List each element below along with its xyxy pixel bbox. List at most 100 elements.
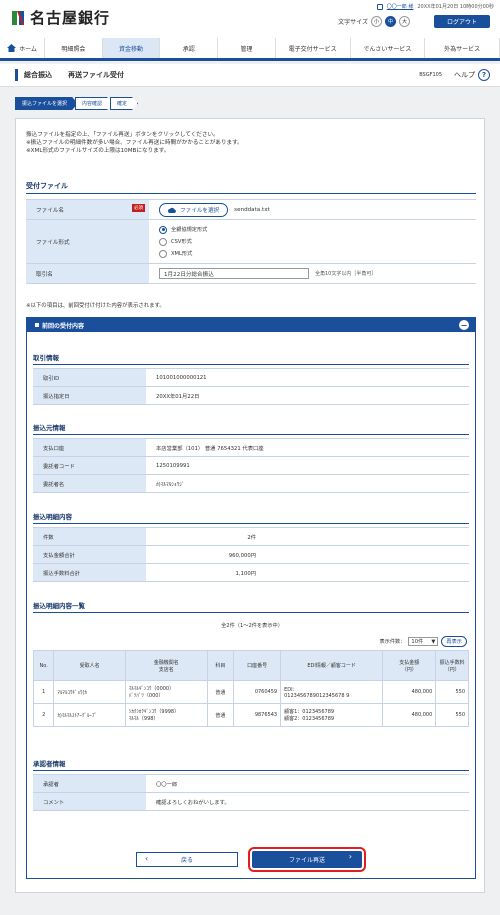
list-controls: 表示件数： 10件 ▼ 再表示 bbox=[379, 636, 467, 647]
help-link[interactable]: ヘルプ ? bbox=[454, 69, 490, 81]
previous-panel-header[interactable]: 前回の受付内容 − bbox=[27, 318, 475, 332]
detail-table: 件数 2件 支払金額合計 960,000円 振込手数料合計 1,100円 bbox=[33, 527, 469, 582]
nav-approval[interactable]: 承認 bbox=[160, 38, 219, 58]
col-recipient: 受取人名 bbox=[53, 650, 126, 681]
row-value: ｶ)ﾏﾙﾏﾙｼｮｳｼﾞ bbox=[156, 481, 185, 488]
trade-info-table: 取引ID 101001000000121 振込指定日 20XX年01月22日 bbox=[33, 368, 469, 405]
cell-account: 9876543 bbox=[233, 703, 282, 727]
file-label: ファイル名 必須 bbox=[26, 200, 149, 219]
chevron-left-icon: ‹ bbox=[145, 854, 149, 863]
cell-fee: 550 bbox=[435, 703, 469, 727]
user-info: 〇〇一郎 様 20XX年01月20日 10時00分00秒 bbox=[376, 3, 494, 10]
font-size-large[interactable]: 大 bbox=[399, 16, 410, 27]
bank-name: 名古屋銀行 bbox=[30, 9, 111, 27]
row-label: 委託者コード bbox=[33, 457, 146, 474]
help-label: ヘルプ bbox=[454, 71, 475, 79]
page-size-select[interactable]: 10件 ▼ bbox=[408, 637, 439, 646]
bank-logo[interactable]: 名古屋銀行 bbox=[10, 7, 110, 28]
nav-statement[interactable]: 明細照会 bbox=[45, 38, 103, 58]
table-row: 委託者名 ｶ)ﾏﾙﾏﾙｼｮｳｼﾞ bbox=[33, 475, 469, 493]
branch-name: ﾏﾙﾏﾙ（998） bbox=[128, 716, 159, 722]
table-row: 振込指定日 20XX年01月22日 bbox=[33, 387, 469, 405]
cell-bank: ﾏﾙﾏﾙｷﾞﾝｺｳ（0000） ﾊﾞﾂﾊﾞﾂ（000） bbox=[124, 680, 208, 704]
table-row: 支払金額合計 960,000円 bbox=[33, 546, 469, 564]
previous-note: ※以下の項目は、前回受付け付けた内容が表示されます。 bbox=[26, 303, 165, 309]
table-row: 1 ﾏﾙﾏﾙｺｳｷﾞｮｳ(ｶ ﾏﾙﾏﾙｷﾞﾝｺｳ（0000） ﾊﾞﾂﾊﾞﾂ（000… bbox=[32, 680, 469, 704]
row-label: 支払口座 bbox=[33, 439, 146, 456]
format-csv-radio[interactable]: CSV形式 bbox=[159, 237, 192, 246]
resend-file-button[interactable]: ファイル再送 › bbox=[248, 847, 366, 872]
format-xml-radio[interactable]: XML形式 bbox=[159, 249, 193, 258]
intro-text: 振込ファイルを指定の上、「ファイル再送」ボタンをクリックしてください。 ※振込フ… bbox=[26, 131, 243, 155]
help-icon: ? bbox=[478, 69, 490, 81]
col-no: No. bbox=[32, 650, 55, 681]
page-size-label: 表示件数： bbox=[379, 639, 406, 645]
user-name-link[interactable]: 〇〇一郎 様 bbox=[387, 3, 414, 10]
trade-name-value: 1月22日分総合振込 全角10文字以内［半角可］ bbox=[149, 264, 476, 283]
edi-line: 顧客1：0123456789 bbox=[284, 709, 335, 715]
row-label: コメント bbox=[33, 793, 146, 810]
trade-name-label: 取引名 bbox=[26, 264, 149, 283]
cloud-upload-icon bbox=[168, 207, 176, 213]
format-row: ファイル形式 全銀協規定形式 CSV形式 XML形式 bbox=[26, 220, 476, 264]
table-row: 支払口座 本店営業部（101） 普通 7654321 代表口座 bbox=[33, 439, 469, 457]
last-login: 20XX年01月20日 10時00分00秒 bbox=[417, 4, 494, 10]
edi-line: EDI： bbox=[284, 686, 298, 693]
table-row: 振込手数料合計 1,100円 bbox=[33, 564, 469, 582]
back-button[interactable]: ‹ 戻る bbox=[136, 852, 238, 867]
trade-name-row: 取引名 1月22日分総合振込 全角10文字以内［半角可］ bbox=[26, 264, 476, 284]
row-label: 振込手数料合計 bbox=[33, 564, 146, 581]
nav-forex[interactable]: 外為サービス bbox=[425, 38, 500, 58]
redisplay-button[interactable]: 再表示 bbox=[441, 636, 467, 647]
step-complete: 確定 bbox=[110, 97, 138, 110]
nav-admin[interactable]: 管理 bbox=[218, 38, 276, 58]
format-zengin-radio[interactable]: 全銀協規定形式 bbox=[159, 225, 207, 234]
nav-transfer[interactable]: 資金移動 bbox=[102, 38, 161, 58]
cell-type: 普通 bbox=[206, 680, 235, 704]
row-label: 支払金額合計 bbox=[33, 546, 146, 563]
bank-logo-icon bbox=[10, 8, 26, 27]
cell-edi: 顧客1：0123456789 顧客2：0123456789 bbox=[280, 703, 384, 727]
logout-button[interactable]: ログアウト bbox=[434, 15, 490, 28]
cell-recipient: ﾏﾙﾏﾙｺｳｷﾞｮｳ(ｶ bbox=[53, 680, 126, 704]
nav-densai[interactable]: でんさいサービス bbox=[351, 38, 426, 58]
cell-amount: 480,000 bbox=[382, 703, 437, 727]
approver-heading: 承認者情報 bbox=[33, 758, 469, 771]
header: 名古屋銀行 〇〇一郎 様 20XX年01月20日 10時00分00秒 文字サイズ… bbox=[0, 0, 500, 38]
upload-form: ファイル名 必須 ファイルを選択 senddata.txt ファイル形式 全銀協… bbox=[26, 199, 476, 284]
back-label: 戻る bbox=[180, 857, 193, 864]
detail-heading: 振込明細内容 bbox=[33, 511, 469, 524]
page: 名古屋銀行 〇〇一郎 様 20XX年01月20日 10時00分00秒 文字サイズ… bbox=[0, 0, 500, 915]
list-heading: 振込明細内容一覧 bbox=[33, 600, 469, 613]
radio-unchecked bbox=[159, 237, 167, 246]
col-amount: 支払金額 （円） bbox=[382, 650, 437, 681]
font-size-medium[interactable]: 中 bbox=[385, 16, 396, 27]
col-bank: 金融機関名 支店名 bbox=[124, 650, 208, 681]
font-size-small[interactable]: 小 bbox=[371, 16, 382, 27]
col-account: 口座番号 bbox=[233, 650, 282, 681]
screen-id: BSGF105 bbox=[419, 72, 442, 78]
format-label: ファイル形式 bbox=[26, 220, 149, 263]
row-label: 承認者 bbox=[33, 775, 146, 792]
title-bar: 総合振込 再送ファイル受付 BSGF105 ヘルプ ? bbox=[0, 64, 500, 87]
nav-home[interactable]: ホーム bbox=[0, 38, 45, 58]
upload-heading: 受付ファイル bbox=[26, 181, 476, 194]
row-value: 〇〇一郎 bbox=[156, 781, 178, 788]
table-header-row: No. 受取人名 金融機関名 支店名 科目 口座番号 EDI情報／顧客コード 支… bbox=[32, 650, 469, 681]
bank-name: ﾏﾙﾏﾙｷﾞﾝｺｳ（0000） bbox=[128, 686, 175, 692]
detail-list-table: No. 受取人名 金融機関名 支店名 科目 口座番号 EDI情報／顧客コード 支… bbox=[32, 650, 469, 727]
cell-recipient: ｶ)ﾏﾙﾏﾙｽﾄｱｰｸﾞﾙｰﾌﾟ bbox=[53, 703, 126, 727]
approver-table: 承認者 〇〇一郎 コメント 確認よろしくおねがいします。 bbox=[33, 774, 469, 811]
cell-edi: EDI： 0123456789012345678 9 bbox=[280, 680, 384, 704]
radio-checked bbox=[159, 225, 167, 234]
nav-e-delivery[interactable]: 電子交付サービス bbox=[276, 38, 351, 58]
radio-label: XML形式 bbox=[171, 251, 193, 257]
collapse-icon[interactable]: − bbox=[459, 320, 469, 330]
bank-name: ｼｶｸｼｶｸｷﾞﾝｺｳ（9998） bbox=[128, 709, 180, 715]
step-select-file: 振込ファイルを選択 bbox=[15, 97, 78, 110]
trade-name-hint: 全角10文字以内［半角可］ bbox=[315, 271, 377, 277]
select-file-button[interactable]: ファイルを選択 bbox=[159, 202, 229, 217]
trade-name-input[interactable]: 1月22日分総合振込 bbox=[159, 268, 309, 279]
col-edi: EDI情報／顧客コード bbox=[280, 650, 384, 681]
radio-label: CSV形式 bbox=[171, 239, 192, 245]
